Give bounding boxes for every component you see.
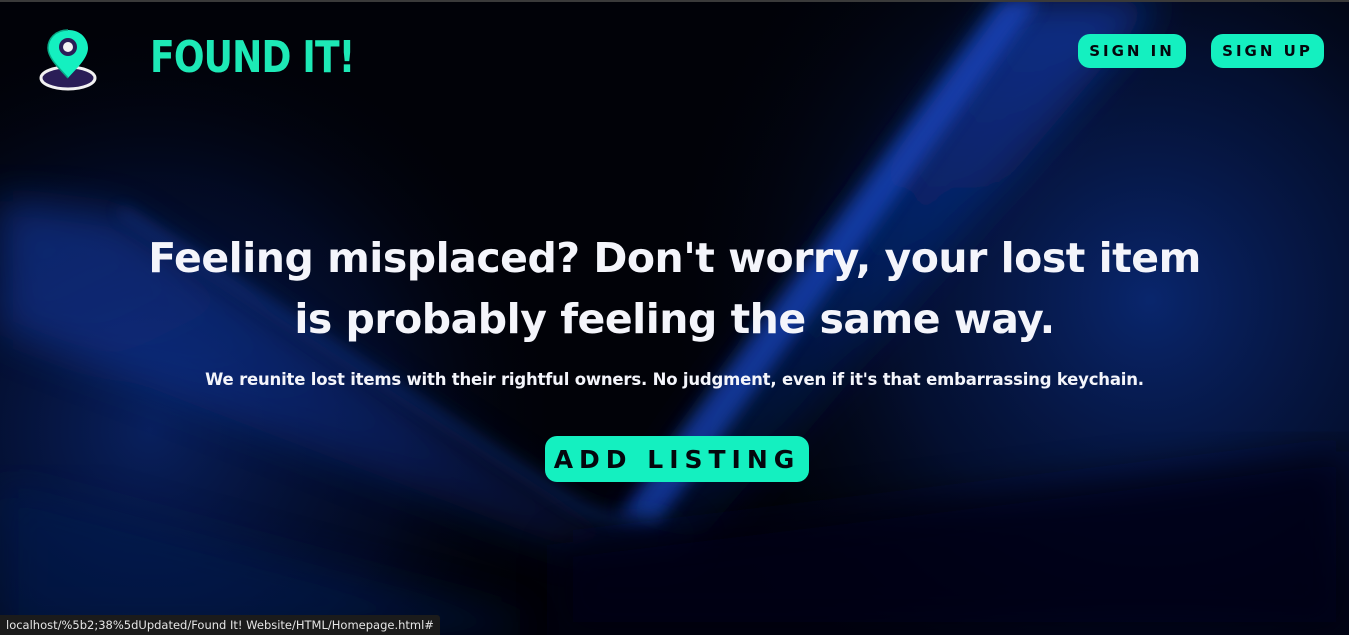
hero-section: Feeling misplaced? Don't worry, your los… bbox=[0, 228, 1349, 391]
brand-name[interactable]: FOUND IT! bbox=[150, 30, 355, 86]
sign-up-button[interactable]: SIGN UP bbox=[1211, 34, 1324, 68]
add-listing-button[interactable]: ADD LISTING bbox=[545, 436, 809, 482]
sign-in-button[interactable]: SIGN IN bbox=[1078, 34, 1186, 68]
map-pin-icon[interactable] bbox=[38, 26, 100, 94]
hero-subheadline: We reunite lost items with their rightfu… bbox=[205, 370, 1144, 389]
top-border bbox=[0, 0, 1349, 2]
status-bar-url: localhost/%5b2;38%5dUpdated/Found It! We… bbox=[0, 615, 440, 635]
hero-headline: Feeling misplaced? Don't worry, your los… bbox=[148, 234, 1201, 343]
